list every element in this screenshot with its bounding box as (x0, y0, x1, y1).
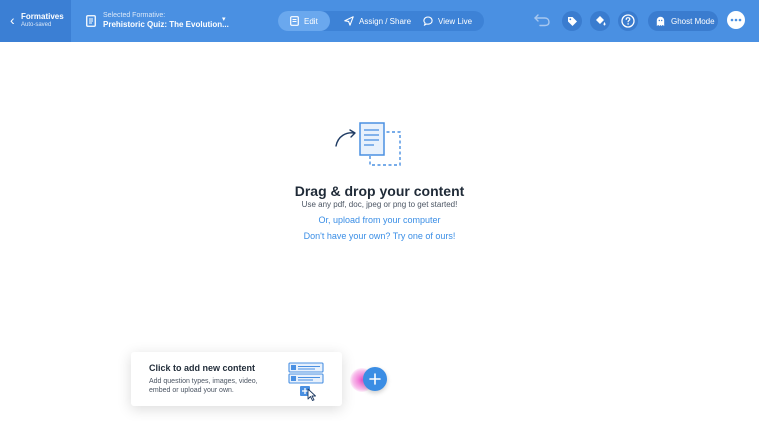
add-content-illustration-icon (288, 362, 324, 401)
tooltip-title: Click to add new content (149, 363, 256, 373)
selected-formative-title[interactable]: Prehistoric Quiz: The Evolution... (103, 20, 229, 29)
back-to-formatives-button[interactable]: ‹ Formatives Auto-saved (0, 0, 71, 42)
chevron-left-icon: ‹ (10, 12, 15, 28)
help-icon (621, 14, 635, 28)
more-options-button[interactable] (727, 11, 745, 29)
tab-assign-share[interactable]: Assign / Share (332, 11, 412, 31)
help-button[interactable] (618, 11, 638, 31)
undo-icon[interactable] (533, 13, 551, 27)
tag-icon (567, 16, 577, 26)
document-icon (86, 15, 96, 27)
mode-toggle: Edit Assign / Share View Live (278, 11, 484, 31)
add-content-button[interactable] (363, 367, 387, 391)
upload-from-computer-link[interactable]: Or, upload from your computer (0, 215, 759, 225)
ghost-mode-button[interactable]: Ghost Mode (648, 11, 718, 31)
send-icon (344, 16, 354, 26)
try-sample-link[interactable]: Don't have your own? Try one of ours! (0, 231, 759, 241)
autosave-status: Auto-saved (21, 22, 52, 28)
chevron-down-icon[interactable]: ▾ (222, 15, 226, 23)
tab-view-live-label: View Live (438, 16, 473, 26)
plus-icon (369, 373, 381, 385)
add-content-tooltip: Click to add new content Add question ty… (131, 352, 342, 406)
tab-edit-label: Edit (304, 16, 318, 26)
ghost-icon (656, 16, 665, 26)
edit-icon (290, 16, 299, 26)
tab-edit[interactable]: Edit (278, 11, 330, 31)
paint-bucket-icon (596, 16, 606, 26)
tooltip-body: Add question types, images, video, embed… (149, 378, 258, 394)
drop-zone-hint: Use any pdf, doc, jpeg or png to get sta… (301, 200, 458, 209)
tab-view-live[interactable]: View Live (411, 11, 483, 31)
ghost-mode-label: Ghost Mode (671, 16, 715, 26)
selected-formative-label: Selected Formative: (103, 12, 166, 19)
top-bar: ‹ Formatives Auto-saved Selected Formati… (0, 0, 759, 42)
tab-assign-share-label: Assign / Share (359, 16, 412, 26)
chat-icon (423, 16, 433, 26)
more-icon (730, 18, 742, 22)
back-title: Formatives (21, 12, 64, 21)
drag-drop-documents-icon (335, 122, 401, 166)
drop-zone-headline: Drag & drop your content (294, 183, 465, 199)
tag-button[interactable] (562, 11, 582, 31)
theme-button[interactable] (590, 11, 610, 31)
